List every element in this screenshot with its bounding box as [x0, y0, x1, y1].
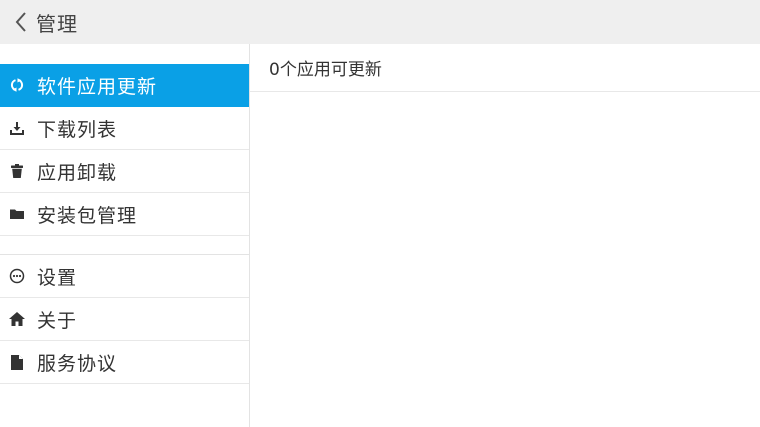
sidebar-item-terms[interactable]: 服务协议: [0, 341, 249, 384]
update-count-text: 0个应用可更新: [269, 60, 382, 80]
sidebar: 软件应用更新 下载列表 应用卸载 安装包管理 设置 关于 服务协议: [0, 44, 250, 427]
sidebar-item-label: 关于: [37, 309, 78, 332]
settings-circle-icon: [9, 268, 25, 284]
sidebar-item-package-manager[interactable]: 安装包管理: [0, 193, 249, 236]
sidebar-item-label: 服务协议: [37, 352, 118, 375]
download-icon: [9, 120, 25, 136]
page-title: 管理: [36, 11, 78, 36]
refresh-icon: [9, 77, 25, 93]
sidebar-item-about[interactable]: 关于: [0, 298, 249, 341]
sidebar-item-label: 软件应用更新: [37, 75, 158, 98]
sidebar-separator: [0, 236, 249, 255]
trash-icon: [9, 163, 25, 179]
sidebar-item-label: 下载列表: [37, 118, 118, 141]
sidebar-item-settings[interactable]: 设置: [0, 255, 249, 298]
sidebar-item-label: 设置: [37, 266, 78, 289]
main-content: 0个应用可更新: [250, 44, 760, 427]
chevron-left-icon: [14, 11, 28, 33]
sidebar-group-other: 设置 关于 服务协议: [0, 255, 249, 384]
sidebar-item-download-list[interactable]: 下载列表: [0, 107, 249, 150]
home-icon: [9, 311, 25, 327]
update-count-header: 0个应用可更新: [250, 44, 760, 92]
document-icon: [9, 354, 25, 370]
folder-icon: [9, 206, 25, 222]
top-bar: 管理: [0, 0, 760, 44]
sidebar-item-uninstall[interactable]: 应用卸载: [0, 150, 249, 193]
sidebar-item-label: 应用卸载: [37, 161, 118, 184]
sidebar-item-app-updates[interactable]: 软件应用更新: [0, 64, 249, 107]
back-button[interactable]: [0, 0, 28, 44]
sidebar-group-main: 软件应用更新 下载列表 应用卸载 安装包管理: [0, 44, 249, 236]
sidebar-item-label: 安装包管理: [37, 204, 138, 227]
